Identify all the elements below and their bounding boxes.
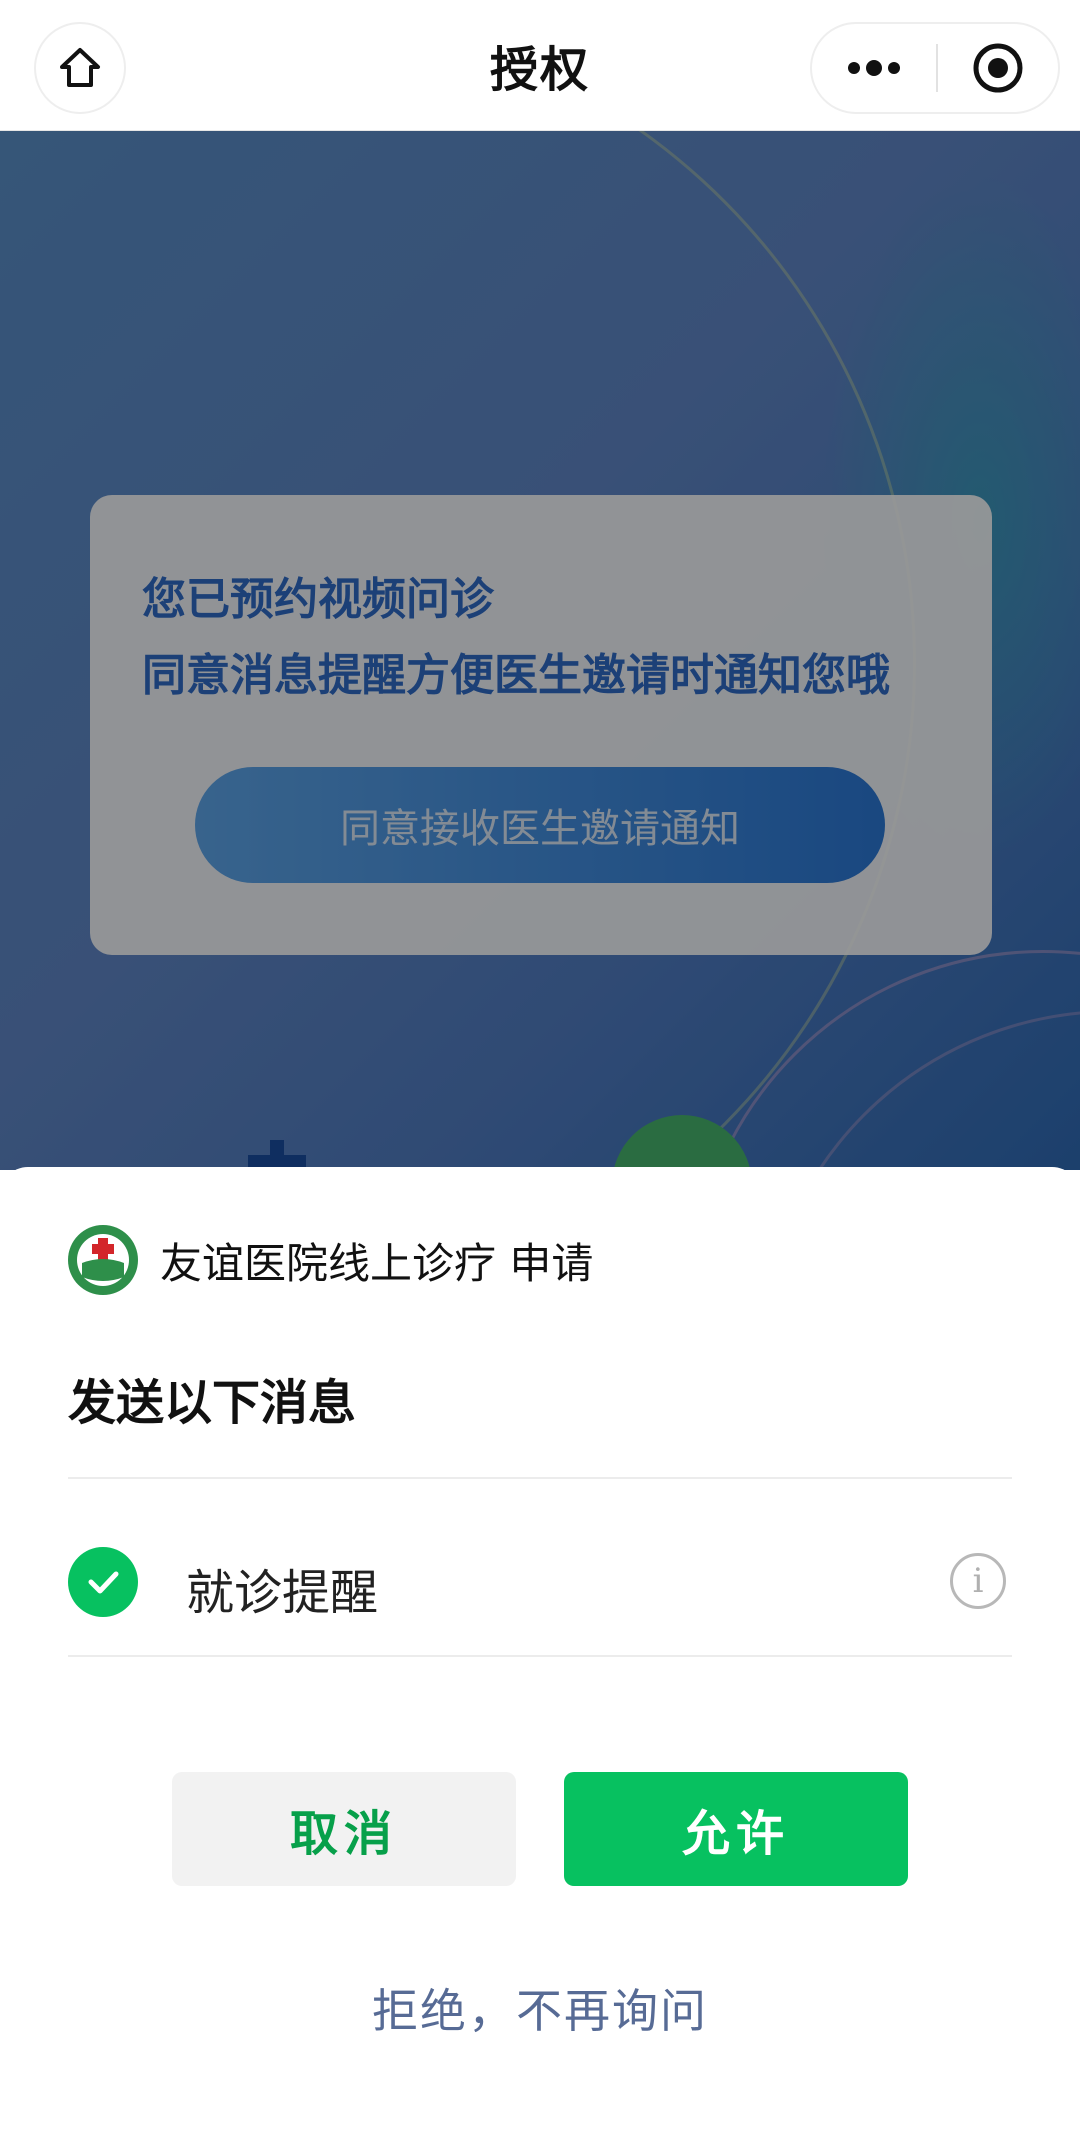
- info-icon[interactable]: i: [950, 1553, 1006, 1609]
- app-info-row: 友谊医院线上诊疗 申请: [68, 1225, 593, 1295]
- cancel-button[interactable]: 取消: [172, 1772, 516, 1886]
- top-nav-bar: 授权: [0, 0, 1080, 131]
- dim-overlay[interactable]: [0, 130, 1080, 1170]
- divider: [68, 1655, 1012, 1657]
- target-close-icon: [973, 43, 1023, 93]
- allow-button[interactable]: 允许: [564, 1772, 908, 1886]
- more-dots-icon: [848, 60, 900, 76]
- permission-row[interactable]: 就诊提醒 i: [68, 1529, 1012, 1639]
- mini-program-capsule: [810, 22, 1060, 114]
- authorization-sheet: 友谊医院线上诊疗 申请 发送以下消息 就诊提醒 i 取消 允许 拒绝，不再询问: [0, 1167, 1080, 2132]
- checkbox-checked[interactable]: [68, 1547, 138, 1617]
- reject-never-ask-link[interactable]: 拒绝，不再询问: [0, 1975, 1080, 2041]
- hospital-logo-icon: [68, 1225, 138, 1295]
- sheet-heading: 发送以下消息: [68, 1375, 357, 1431]
- app-name: 友谊医院线上诊疗 申请: [160, 1238, 594, 1288]
- divider: [68, 1477, 1012, 1479]
- check-icon: [88, 1571, 119, 1594]
- more-button[interactable]: [812, 24, 936, 112]
- close-button[interactable]: [938, 24, 1058, 112]
- permission-label: 就诊提醒: [186, 1565, 379, 1621]
